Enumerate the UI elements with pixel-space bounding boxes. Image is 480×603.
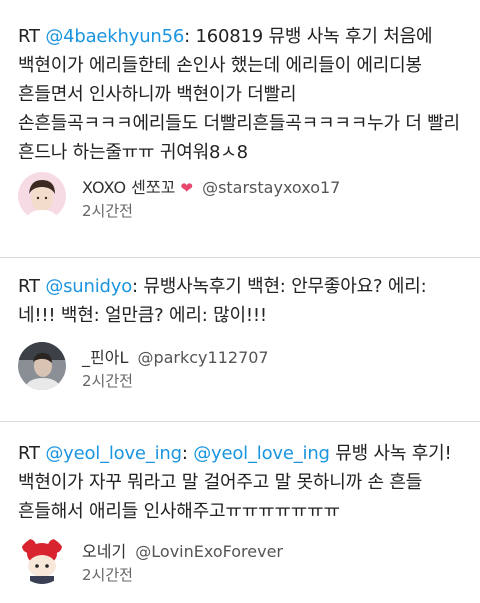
tweet-text: RT @4baekhyun56: 160819 뮤뱅 사녹 후기 처음에 백현이… [18,22,468,167]
timestamp: 2시간전 [82,566,133,584]
author-handle[interactable]: @starstayxoxo17 [202,178,340,197]
tweet-card[interactable]: RT @sunidyo: 뮤뱅사녹후기 백현: 안무좋아요? 에리: 네!!! … [0,258,480,424]
mention-link[interactable]: @yeol_love_ing [45,443,182,464]
person-avatar-icon[interactable] [18,342,66,390]
author-handle[interactable]: @LovinExoForever [135,542,283,561]
author-line: 오네기 @LovinExoForever [82,538,283,562]
author-line: XOXO 센쪼꼬 ❤ @starstayxoxo17 [82,174,340,198]
tweet-text: RT @yeol_love_ing: @yeol_love_ing 뮤뱅 사녹 … [18,439,468,526]
mention-link[interactable]: @4baekhyun56 [45,26,184,47]
tweet-author: XOXO 센쪼꼬 ❤ @starstayxoxo17 2시간전 [18,172,468,222]
heart-icon: ❤ [180,179,193,197]
mention-separator: : [181,443,194,464]
retweet-prefix: RT [18,26,46,47]
author-name[interactable]: XOXO 센쪼꼬 [82,178,175,197]
mention-link[interactable]: @yeol_love_ing [193,443,330,464]
tweet-card[interactable]: RT @yeol_love_ing: @yeol_love_ing 뮤뱅 사녹 … [0,422,480,603]
mention-link[interactable]: @sunidyo [45,276,132,297]
tweet-feed: RT @4baekhyun56: 160819 뮤뱅 사녹 후기 처음에 백현이… [0,0,480,603]
retweet-prefix: RT [18,443,46,464]
tweet-card[interactable]: RT @4baekhyun56: 160819 뮤뱅 사녹 후기 처음에 백현이… [0,0,480,262]
timestamp: 2시간전 [82,372,133,390]
tweet-author: 오네기 @LovinExoForever 2시간전 [18,536,468,586]
person-avatar-icon[interactable] [18,172,66,220]
tweet-text: RT @sunidyo: 뮤뱅사녹후기 백현: 안무좋아요? 에리: 네!!! … [18,272,468,330]
author-handle[interactable]: @parkcy112707 [137,348,268,367]
retweet-prefix: RT [18,276,46,297]
timestamp: 2시간전 [82,202,133,220]
author-line: _핀아L @parkcy112707 [82,344,269,368]
author-name[interactable]: _핀아L [82,348,128,367]
author-name[interactable]: 오네기 [82,542,126,561]
tweet-author: _핀아L @parkcy112707 2시간전 [18,342,468,392]
cartoon-character-avatar-icon[interactable] [18,536,66,584]
